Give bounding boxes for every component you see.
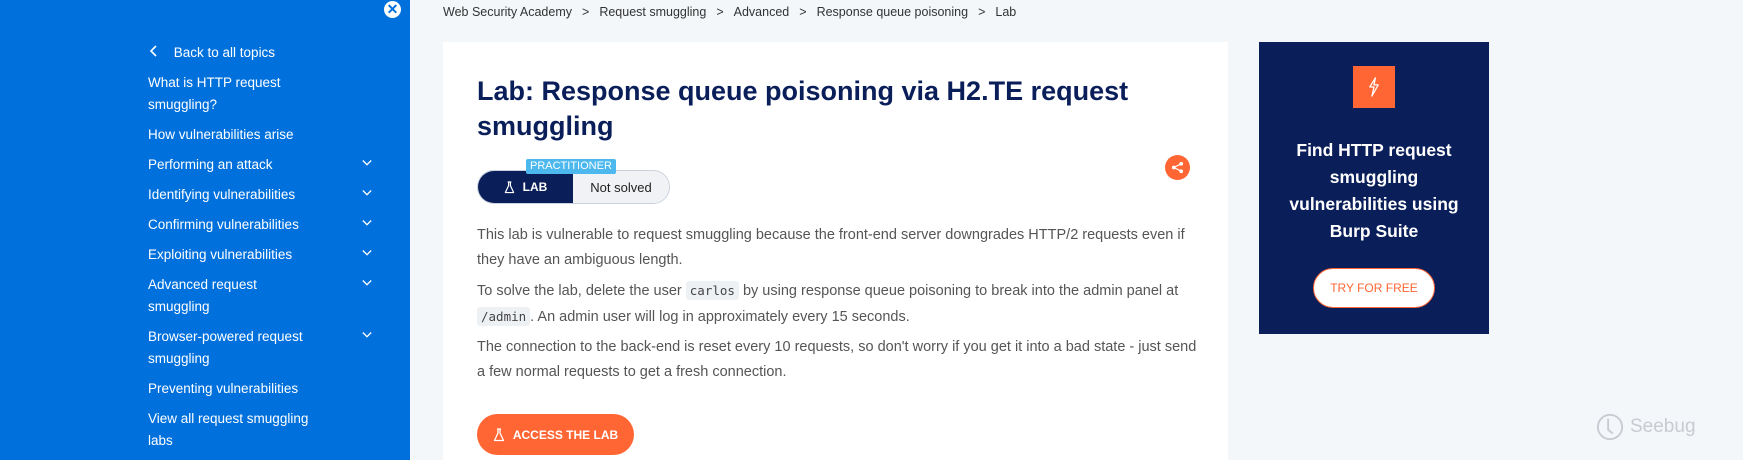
sidebar-list: Back to all topics What is HTTP request … xyxy=(148,42,376,460)
lab-description: This lab is vulnerable to request smuggl… xyxy=(477,223,1197,390)
chevron-down-icon[interactable] xyxy=(362,188,372,198)
sidebar-item[interactable]: Exploiting vulnerabilities xyxy=(148,244,376,266)
sidebar-item[interactable]: How vulnerabilities arise xyxy=(148,124,376,146)
chevron-down-icon[interactable] xyxy=(362,158,372,168)
sidebar-item[interactable]: Confirming vulnerabilities xyxy=(148,214,376,236)
back-label: Back to all topics xyxy=(173,45,276,60)
sidebar-item-label: Browser-powered request smuggling xyxy=(148,329,303,366)
lab-card: Lab: Response queue poisoning via H2.TE … xyxy=(443,42,1228,460)
breadcrumb-item[interactable]: Request smuggling xyxy=(599,5,706,19)
back-to-topics-link[interactable]: Back to all topics xyxy=(148,42,376,64)
sidebar-item[interactable]: View all request smuggling labs xyxy=(148,408,376,452)
access-lab-label: ACCESS THE LAB xyxy=(512,427,619,442)
description-text: . An admin user will log in approximatel… xyxy=(530,309,910,325)
sidebar-item[interactable]: What is HTTP request smuggling? xyxy=(148,72,376,116)
breadcrumb-separator: > xyxy=(716,5,724,19)
flask-icon xyxy=(493,427,504,441)
sidebar-item[interactable]: Preventing vulnerabilities xyxy=(148,378,376,400)
sidebar-item-label: Exploiting vulnerabilities xyxy=(148,247,293,262)
chevron-down-icon[interactable] xyxy=(362,218,372,228)
sidebar-item-label: Confirming vulnerabilities xyxy=(148,217,299,232)
seebug-logo-icon xyxy=(1596,413,1624,441)
access-lab-button[interactable]: ACCESS THE LAB xyxy=(477,414,634,455)
watermark-text: Seebug xyxy=(1630,416,1696,437)
sidebar: ✕ Back to all topics What is HTTP reques… xyxy=(0,0,410,460)
description-text: To solve the lab, delete the user xyxy=(477,283,682,299)
share-icon xyxy=(1171,161,1184,174)
breadcrumb-separator: > xyxy=(582,5,590,19)
sidebar-item-label: Preventing vulnerabilities xyxy=(148,381,299,396)
promo-title: Find HTTP request smuggling vulnerabilit… xyxy=(1289,140,1459,241)
close-icon[interactable]: ✕ xyxy=(384,1,401,18)
sidebar-item[interactable]: Advanced request smuggling xyxy=(148,274,376,318)
sidebar-item-label: Performing an attack xyxy=(148,157,273,172)
level-tag: PRACTITIONER xyxy=(526,159,616,174)
sidebar-item-label: Identifying vulnerabilities xyxy=(148,187,296,202)
breadcrumb: Web Security Academy > Request smuggling… xyxy=(443,5,1016,19)
breadcrumb-separator: > xyxy=(978,5,986,19)
description-paragraph: This lab is vulnerable to request smuggl… xyxy=(477,227,1185,268)
chevron-down-icon[interactable] xyxy=(362,278,372,288)
status-badge: Not solved xyxy=(573,171,669,203)
breadcrumb-separator: > xyxy=(799,5,807,19)
sidebar-item-label: How vulnerabilities arise xyxy=(148,127,294,142)
sidebar-item[interactable]: Browser-powered request smuggling xyxy=(148,326,376,370)
breadcrumb-item[interactable]: Lab xyxy=(995,5,1016,19)
burp-promo: Find HTTP request smuggling vulnerabilit… xyxy=(1259,42,1489,334)
chevron-left-icon xyxy=(150,45,157,57)
sidebar-item-label: What is HTTP request smuggling? xyxy=(148,75,281,112)
description-paragraph: The connection to the back-end is reset … xyxy=(477,339,1197,380)
lab-label: LAB xyxy=(478,171,573,203)
lab-status-badge: LAB Not solved xyxy=(477,170,670,204)
breadcrumb-item[interactable]: Web Security Academy xyxy=(443,5,572,19)
chevron-down-icon[interactable] xyxy=(362,330,372,340)
chevron-down-icon[interactable] xyxy=(362,248,372,258)
description-text: by using response queue poisoning to bre… xyxy=(742,283,1179,299)
sidebar-item[interactable]: Identifying vulnerabilities xyxy=(148,184,376,206)
share-button[interactable] xyxy=(1165,155,1190,180)
sidebar-item[interactable]: Performing an attack xyxy=(148,154,376,176)
flask-icon xyxy=(504,180,514,193)
breadcrumb-item[interactable]: Advanced xyxy=(734,5,790,19)
sidebar-item-label: Advanced request smuggling xyxy=(148,277,257,314)
breadcrumb-item[interactable]: Response queue poisoning xyxy=(817,5,969,19)
page-title: Lab: Response queue poisoning via H2.TE … xyxy=(477,76,1129,141)
sidebar-item-label: View all request smuggling labs xyxy=(148,411,309,448)
username-code: carlos xyxy=(685,281,739,300)
burp-logo-icon xyxy=(1353,66,1395,108)
watermark: Seebug xyxy=(1596,413,1696,441)
description-paragraph: To solve the lab, delete the user carlos… xyxy=(477,278,1197,330)
lab-badge-text: LAB xyxy=(522,180,548,194)
admin-path-code: /admin xyxy=(477,307,531,326)
try-for-free-button[interactable]: TRY FOR FREE xyxy=(1313,268,1435,308)
